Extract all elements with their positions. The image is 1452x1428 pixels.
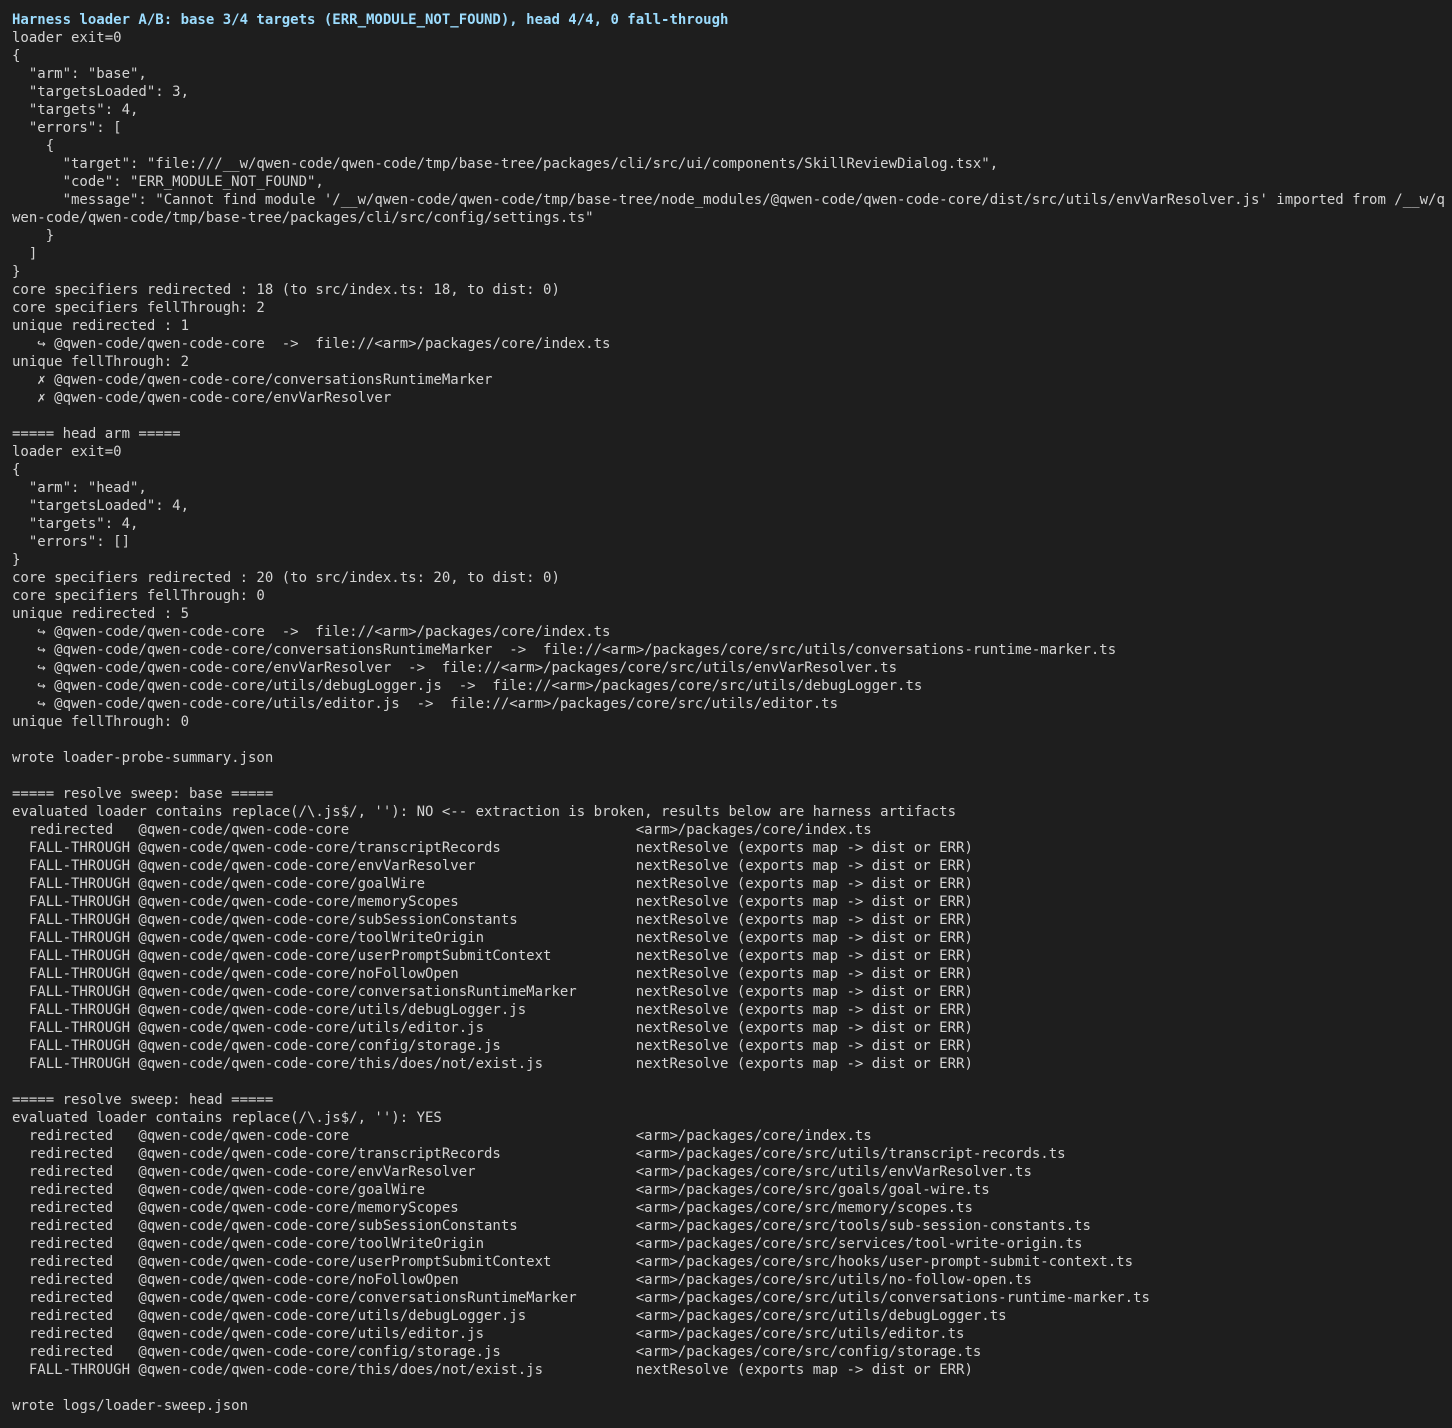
terminal-line: ] — [12, 246, 38, 262]
terminal-line: redirected @qwen-code/qwen-code-core <ar… — [12, 1128, 872, 1144]
terminal-line: FALL-THROUGH @qwen-code/qwen-code-core/c… — [12, 984, 973, 1000]
terminal-line: wrote logs/loader-sweep.json — [12, 1398, 249, 1414]
terminal-line: } — [12, 552, 21, 568]
terminal-line: loader exit=0 — [12, 444, 122, 460]
terminal-line: FALL-THROUGH @qwen-code/qwen-code-core/u… — [12, 1002, 973, 1018]
terminal-line: core specifiers redirected : 18 (to src/… — [12, 282, 560, 298]
terminal-line: "targets": 4, — [12, 102, 139, 118]
terminal-line: ↪ @qwen-code/qwen-code-core -> file://<a… — [12, 336, 611, 352]
terminal-line: } — [12, 228, 55, 244]
terminal-line: FALL-THROUGH @qwen-code/qwen-code-core/t… — [12, 1056, 973, 1072]
terminal-line: ===== head arm ===== — [12, 426, 181, 442]
terminal-line: evaluated loader contains replace(/\.js$… — [12, 804, 957, 820]
terminal-line: ===== resolve sweep: base ===== — [12, 786, 274, 802]
terminal-line: FALL-THROUGH @qwen-code/qwen-code-core/t… — [12, 930, 973, 946]
terminal-line: "arm": "head", — [12, 480, 147, 496]
terminal-line: "message": "Cannot find module '/__w/qwe… — [12, 192, 1445, 208]
terminal-line: redirected @qwen-code/qwen-code-core/goa… — [12, 1182, 990, 1198]
terminal-line: unique redirected : 5 — [12, 606, 190, 622]
terminal-line: redirected @qwen-code/qwen-code-core/use… — [12, 1254, 1134, 1270]
terminal-line: redirected @qwen-code/qwen-code-core/uti… — [12, 1308, 1007, 1324]
terminal-line: wen-code/qwen-code/tmp/base-tree/package… — [12, 210, 594, 226]
terminal-line: FALL-THROUGH @qwen-code/qwen-code-core/t… — [12, 840, 973, 856]
terminal-line: "code": "ERR_MODULE_NOT_FOUND", — [12, 174, 324, 190]
terminal-line: unique fellThrough: 0 — [12, 714, 190, 730]
terminal-line: { — [12, 138, 55, 154]
terminal-line: ↪ @qwen-code/qwen-code-core/envVarResolv… — [12, 660, 898, 676]
terminal-line: redirected @qwen-code/qwen-code-core/sub… — [12, 1218, 1091, 1234]
terminal-line: FALL-THROUGH @qwen-code/qwen-code-core/u… — [12, 1020, 973, 1036]
terminal-line: unique redirected : 1 — [12, 318, 190, 334]
terminal-line: FALL-THROUGH @qwen-code/qwen-code-core/m… — [12, 894, 973, 910]
terminal-line: FALL-THROUGH @qwen-code/qwen-code-core/c… — [12, 1038, 973, 1054]
terminal-line: FALL-THROUGH @qwen-code/qwen-code-core/t… — [12, 1362, 973, 1378]
terminal-line: } — [12, 264, 21, 280]
terminal-line: redirected @qwen-code/qwen-code-core/con… — [12, 1290, 1150, 1306]
terminal-line: ✗ @qwen-code/qwen-code-core/envVarResolv… — [12, 390, 392, 406]
terminal-line: { — [12, 48, 21, 64]
terminal-line: unique fellThrough: 2 — [12, 354, 190, 370]
terminal-line: ↪ @qwen-code/qwen-code-core/conversation… — [12, 642, 1117, 658]
terminal-line: ↪ @qwen-code/qwen-code-core -> file://<a… — [12, 624, 611, 640]
terminal-line: core specifiers redirected : 20 (to src/… — [12, 570, 560, 586]
terminal-line: { — [12, 462, 21, 478]
terminal-line: evaluated loader contains replace(/\.js$… — [12, 1110, 442, 1126]
terminal-line: redirected @qwen-code/qwen-code-core/mem… — [12, 1200, 973, 1216]
terminal-line: wrote loader-probe-summary.json — [12, 750, 274, 766]
terminal-line: "errors": [ — [12, 120, 122, 136]
terminal-line: FALL-THROUGH @qwen-code/qwen-code-core/e… — [12, 858, 973, 874]
terminal-line: "targets": 4, — [12, 516, 139, 532]
terminal-line: redirected @qwen-code/qwen-code-core <ar… — [12, 822, 872, 838]
terminal-line: ↪ @qwen-code/qwen-code-core/utils/editor… — [12, 696, 839, 712]
terminal-line: core specifiers fellThrough: 2 — [12, 300, 265, 316]
terminal-line: FALL-THROUGH @qwen-code/qwen-code-core/n… — [12, 966, 973, 982]
terminal-line: ↪ @qwen-code/qwen-code-core/utils/debugL… — [12, 678, 923, 694]
terminal-line: "arm": "base", — [12, 66, 147, 82]
terminal-line: FALL-THROUGH @qwen-code/qwen-code-core/u… — [12, 948, 973, 964]
terminal-line: ✗ @qwen-code/qwen-code-core/conversation… — [12, 372, 493, 388]
terminal-line: FALL-THROUGH @qwen-code/qwen-code-core/g… — [12, 876, 973, 892]
terminal-line: loader exit=0 — [12, 30, 122, 46]
terminal-line: FALL-THROUGH @qwen-code/qwen-code-core/s… — [12, 912, 973, 928]
terminal-line: "errors": [] — [12, 534, 131, 550]
terminal-line: redirected @qwen-code/qwen-code-core/uti… — [12, 1326, 965, 1342]
terminal-line: redirected @qwen-code/qwen-code-core/tra… — [12, 1146, 1066, 1162]
terminal-line: core specifiers fellThrough: 0 — [12, 588, 265, 604]
terminal-line: "targetsLoaded": 3, — [12, 84, 190, 100]
terminal-line: redirected @qwen-code/qwen-code-core/con… — [12, 1344, 982, 1360]
terminal-line: "targetsLoaded": 4, — [12, 498, 190, 514]
terminal-header-line: Harness loader A/B: base 3/4 targets (ER… — [12, 12, 729, 28]
terminal-line: redirected @qwen-code/qwen-code-core/too… — [12, 1236, 1083, 1252]
terminal-line: ===== resolve sweep: head ===== — [12, 1092, 274, 1108]
terminal-line: redirected @qwen-code/qwen-code-core/noF… — [12, 1272, 1032, 1288]
terminal-line: "target": "file:///__w/qwen-code/qwen-co… — [12, 156, 999, 172]
terminal-output[interactable]: Harness loader A/B: base 3/4 targets (ER… — [12, 11, 1446, 1415]
terminal-line: redirected @qwen-code/qwen-code-core/env… — [12, 1164, 1032, 1180]
